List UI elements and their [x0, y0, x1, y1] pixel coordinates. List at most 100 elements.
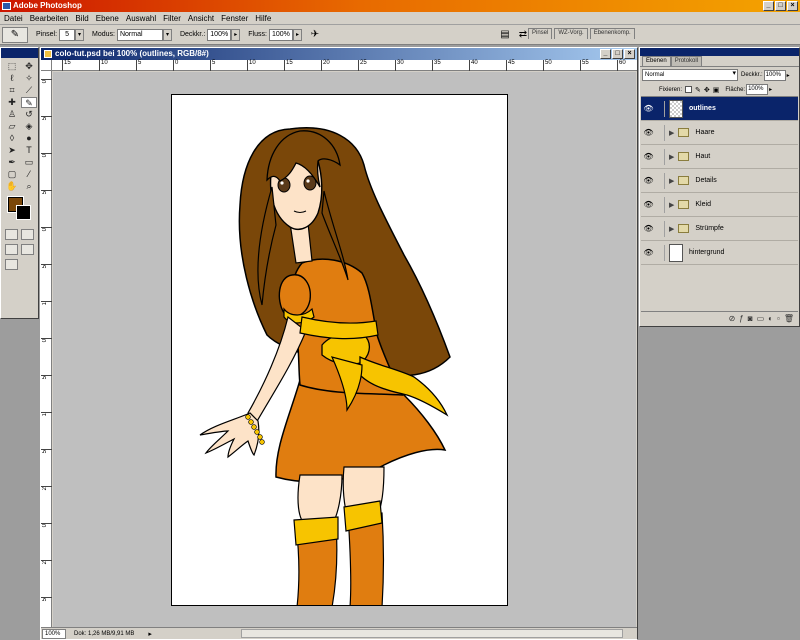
marquee-tool-icon[interactable]: ⬚	[4, 61, 20, 72]
lock-all-icon[interactable]: ▣	[713, 86, 720, 94]
blend-mode-select[interactable]: Normal	[642, 69, 738, 81]
shape-tool-icon[interactable]: ▭	[21, 157, 37, 168]
tool-preset-picker[interactable]: ✎	[2, 26, 28, 43]
dodge-tool-icon[interactable]: ●	[21, 133, 37, 144]
image-canvas[interactable]	[171, 94, 508, 606]
horizontal-ruler[interactable]: 15 10 5 0 5 10 15 20 25 30 35 40 45 50 55 60	[52, 60, 637, 71]
layer-group-details[interactable]: 👁 ▶ Details	[641, 169, 798, 193]
link-layers-icon[interactable]: ⊘	[729, 314, 736, 323]
layer-group-haut[interactable]: 👁 ▶ Haut	[641, 145, 798, 169]
layer-link-cell[interactable]	[655, 196, 665, 213]
full-screen-menu-mode-button[interactable]	[21, 244, 34, 255]
fill-input[interactable]: 100%	[746, 84, 769, 95]
document-title-bar[interactable]: colo-tut.psd bei 100% (outlines, RGB/8#)…	[41, 48, 637, 60]
lock-transparency-checkbox[interactable]	[685, 86, 693, 93]
delete-layer-icon[interactable]: 🗑	[784, 314, 794, 323]
eraser-tool-icon[interactable]: ▱	[4, 121, 20, 132]
eyedropper-tool-icon[interactable]: ⁄	[21, 169, 37, 180]
standard-screen-mode-button[interactable]	[5, 244, 18, 255]
visibility-eye-icon[interactable]: 👁	[642, 102, 655, 115]
flow-input[interactable]: 100%	[268, 28, 293, 41]
lock-image-icon[interactable]: ✎	[695, 86, 701, 94]
canvas-workspace[interactable]	[53, 72, 636, 627]
group-expand-arrow-icon[interactable]: ▶	[669, 177, 674, 185]
move-tool-icon[interactable]: ✥	[21, 61, 37, 72]
close-button[interactable]: ×	[787, 1, 798, 11]
lasso-tool-icon[interactable]: ℓ	[4, 73, 20, 84]
status-menu-arrow-icon[interactable]: ▸	[148, 630, 152, 638]
slice-tool-icon[interactable]: ⟋	[21, 85, 37, 96]
blur-tool-icon[interactable]: ◊	[4, 133, 20, 144]
visibility-eye-icon[interactable]: 👁	[642, 246, 655, 259]
visibility-eye-icon[interactable]: 👁	[642, 174, 655, 187]
visibility-eye-icon[interactable]: 👁	[642, 198, 655, 211]
layer-link-cell[interactable]	[655, 124, 665, 141]
magic-wand-tool-icon[interactable]: ✧	[21, 73, 37, 84]
clone-stamp-tool-icon[interactable]: ♙	[4, 109, 20, 120]
new-group-icon[interactable]: ▭	[757, 314, 765, 323]
layer-mask-icon[interactable]: ◙	[748, 314, 753, 323]
layer-style-icon[interactable]: ƒ	[739, 314, 743, 323]
path-selection-tool-icon[interactable]: ➤	[4, 145, 20, 156]
menu-bild[interactable]: Bild	[75, 14, 88, 23]
palette-well-tab-brushes[interactable]: Pinsel	[528, 28, 553, 39]
layers-palette-header[interactable]	[640, 48, 799, 56]
layer-link-cell[interactable]	[655, 244, 665, 261]
pen-tool-icon[interactable]: ✒	[4, 157, 20, 168]
airbrush-icon[interactable]: ✈	[308, 28, 322, 42]
standard-mode-button[interactable]	[5, 229, 18, 240]
menu-ansicht[interactable]: Ansicht	[188, 14, 214, 23]
mode-select[interactable]: Normal	[116, 28, 163, 41]
visibility-eye-icon[interactable]: 👁	[642, 126, 655, 139]
adjustment-layer-icon[interactable]: ◐	[768, 314, 773, 323]
layer-opacity-input[interactable]: 100%	[763, 69, 786, 81]
minimize-button[interactable]: _	[763, 1, 774, 11]
edit-in-imageready-button[interactable]	[5, 259, 18, 270]
fill-slider-icon[interactable]: ▸	[769, 86, 772, 93]
hand-tool-icon[interactable]: ✋	[4, 181, 20, 192]
ruler-origin[interactable]	[41, 60, 52, 71]
menu-fenster[interactable]: Fenster	[221, 14, 248, 23]
layer-row-hintergrund[interactable]: 👁 hintergrund	[641, 241, 798, 265]
background-color-swatch[interactable]	[16, 205, 31, 220]
menu-auswahl[interactable]: Auswahl	[126, 14, 156, 23]
doc-maximize-button[interactable]: □	[612, 49, 623, 59]
layer-row-outlines[interactable]: 👁 outlines	[641, 97, 798, 121]
lock-position-icon[interactable]: ✥	[704, 86, 710, 94]
paint-bucket-tool-icon[interactable]: ◈	[21, 121, 37, 132]
visibility-eye-icon[interactable]: 👁	[642, 150, 655, 163]
horizontal-scrollbar[interactable]	[241, 629, 623, 638]
vertical-ruler[interactable]: 050505105152025	[41, 71, 52, 627]
tab-ebenen[interactable]: Ebenen	[642, 56, 671, 66]
menu-filter[interactable]: Filter	[163, 14, 181, 23]
flow-slider-button[interactable]: ▸	[292, 28, 302, 41]
zoom-level-field[interactable]: 100%	[42, 628, 66, 639]
new-layer-icon[interactable]: ▫	[777, 314, 780, 323]
layer-opacity-slider-icon[interactable]: ▸	[787, 72, 790, 79]
opacity-input[interactable]: 100%	[207, 28, 232, 41]
menu-datei[interactable]: Datei	[4, 14, 23, 23]
maximize-button[interactable]: □	[775, 1, 786, 11]
group-expand-arrow-icon[interactable]: ▶	[669, 201, 674, 209]
brush-size-picker[interactable]: 5	[59, 28, 76, 41]
layer-group-haare[interactable]: 👁 ▶ Haare	[641, 121, 798, 145]
palette-well-tab-layer-comps[interactable]: Ebenenkomp.	[589, 28, 635, 39]
group-expand-arrow-icon[interactable]: ▶	[669, 225, 674, 233]
layer-link-cell[interactable]	[655, 220, 665, 237]
visibility-eye-icon[interactable]: 👁	[642, 222, 655, 235]
layer-link-cell[interactable]	[655, 148, 665, 165]
file-browser-icon[interactable]: ▤	[498, 28, 512, 42]
tab-protokoll[interactable]: Protokoll	[670, 56, 703, 66]
doc-close-button[interactable]: ×	[624, 49, 635, 59]
quick-mask-mode-button[interactable]	[21, 229, 34, 240]
doc-minimize-button[interactable]: _	[600, 49, 611, 59]
history-brush-tool-icon[interactable]: ↺	[21, 109, 37, 120]
group-expand-arrow-icon[interactable]: ▶	[669, 153, 674, 161]
type-tool-icon[interactable]: T	[21, 145, 37, 156]
brush-picker-dropdown[interactable]: ▾	[75, 28, 85, 41]
layer-group-kleid[interactable]: 👁 ▶ Kleid	[641, 193, 798, 217]
layer-group-struempfe[interactable]: 👁 ▶ Strümpfe	[641, 217, 798, 241]
crop-tool-icon[interactable]: ⌗	[4, 85, 20, 96]
menu-bearbeiten[interactable]: Bearbeiten	[30, 14, 69, 23]
zoom-tool-icon[interactable]: ⌕	[21, 181, 37, 192]
